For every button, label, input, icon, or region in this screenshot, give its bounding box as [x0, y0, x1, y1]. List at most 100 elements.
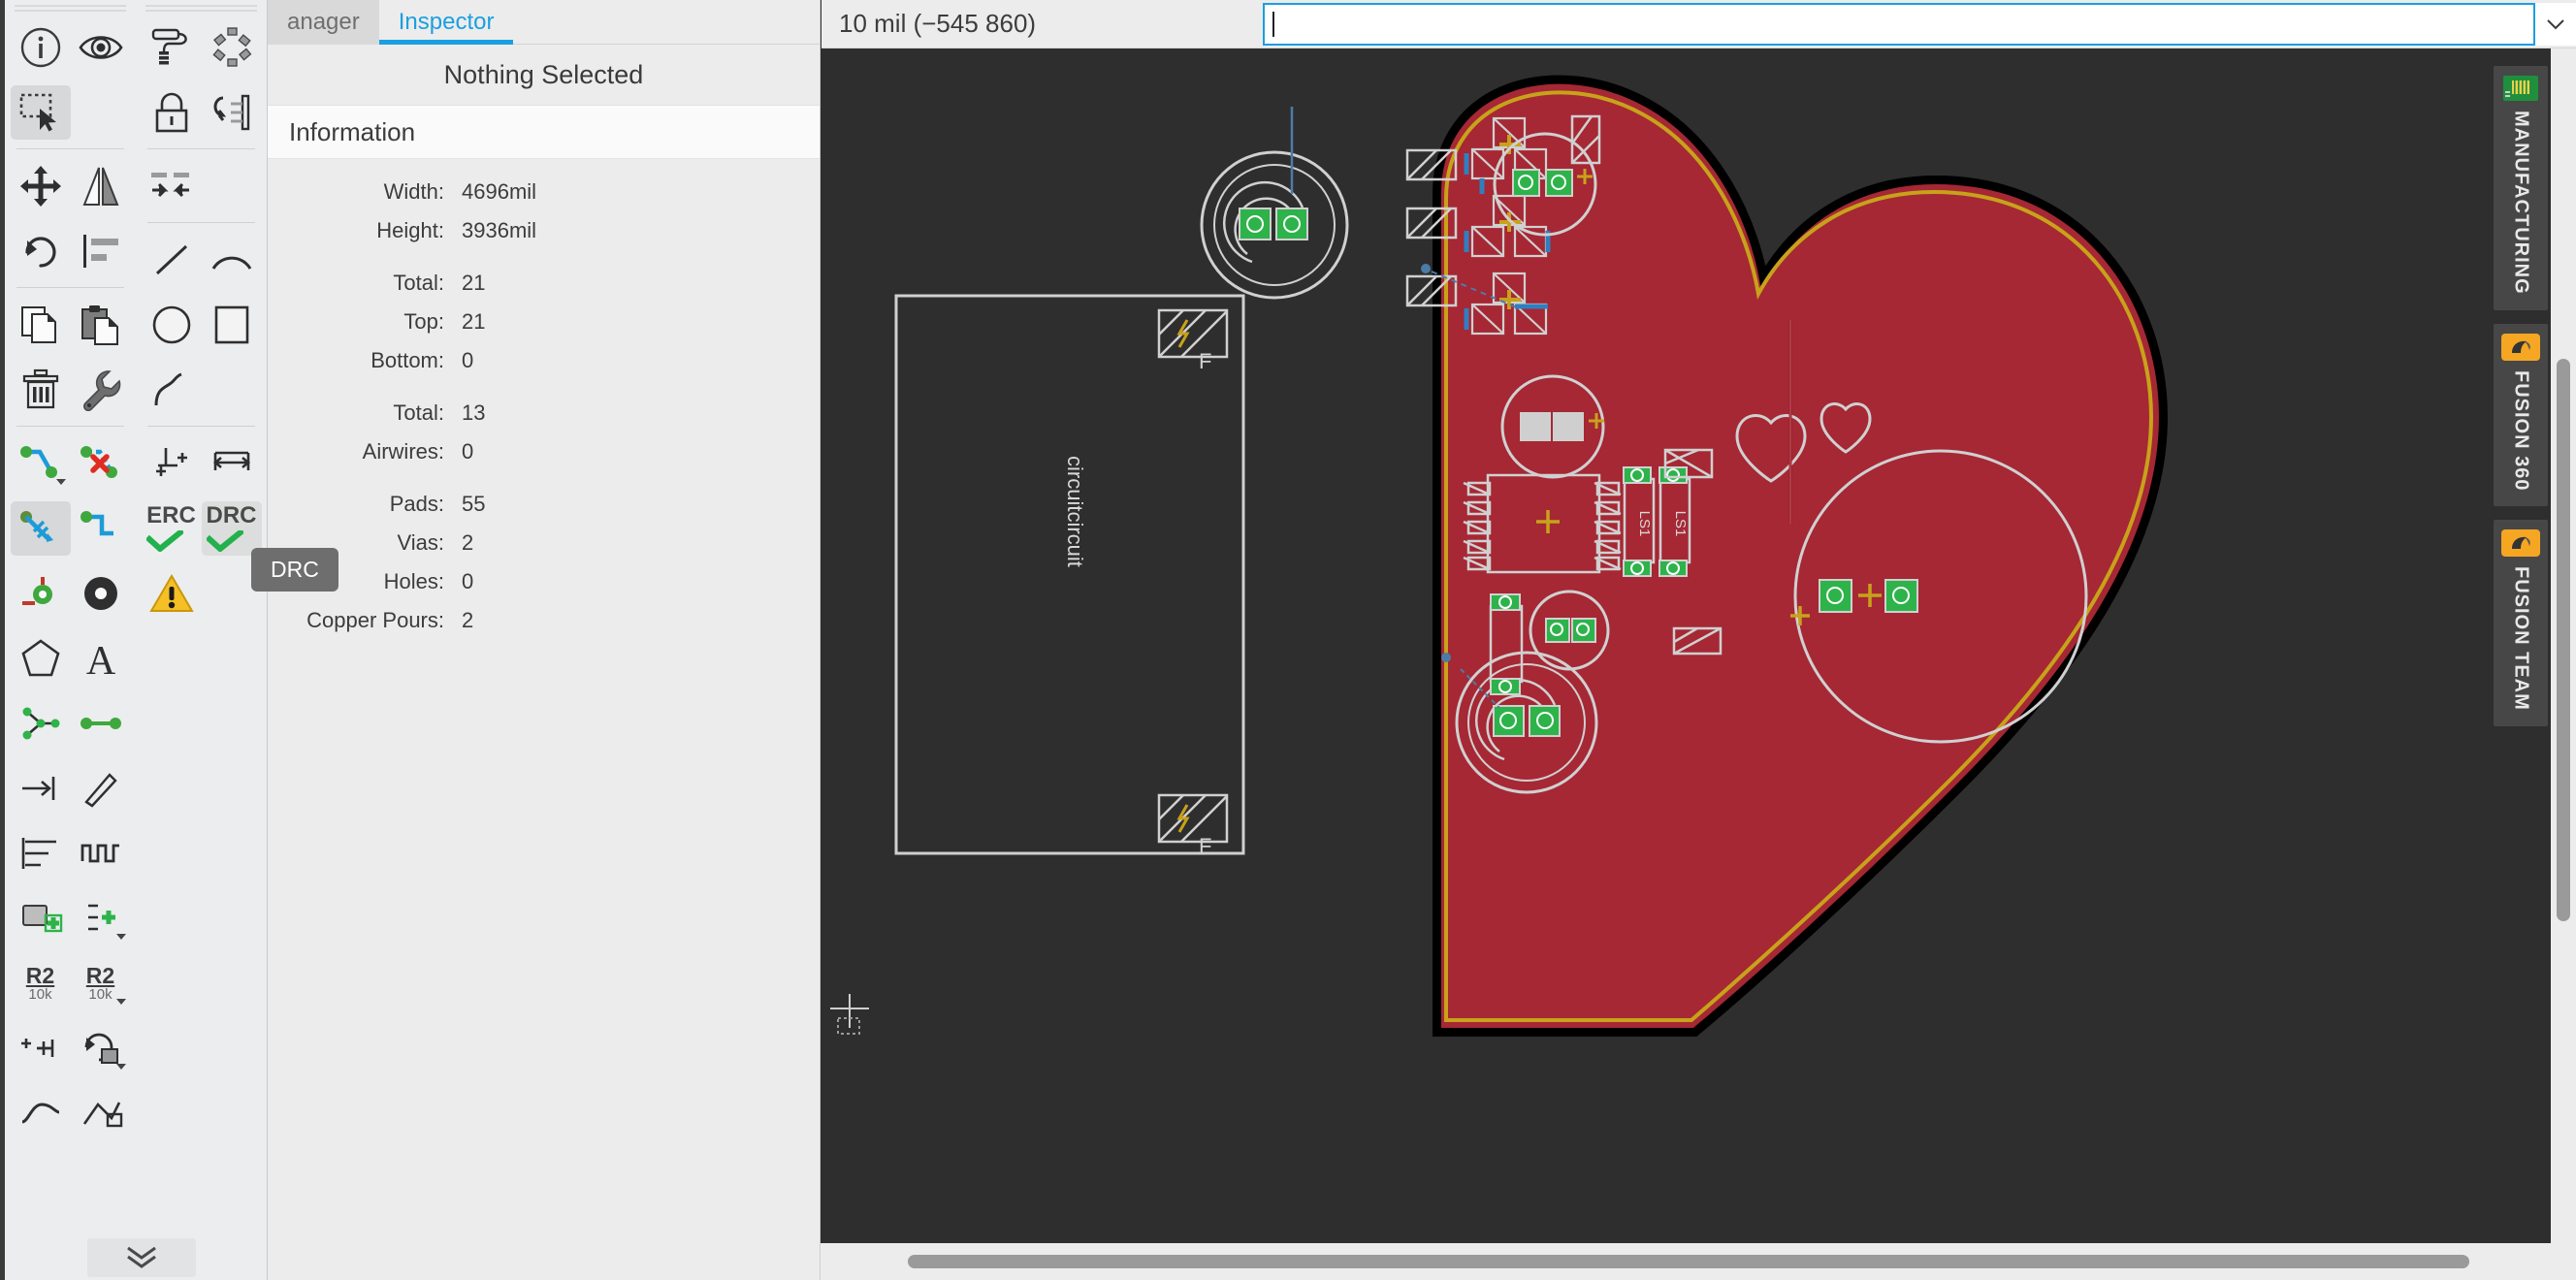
tab-manager[interactable]: anager — [268, 0, 379, 45]
update-icon — [79, 1028, 123, 1069]
info-icon-button[interactable] — [11, 20, 71, 75]
rail-item-fusion-360[interactable]: FUSION 360 — [2494, 324, 2548, 506]
ripup-icon — [79, 445, 123, 482]
rail-item-manufacturing[interactable]: MANUFACTURING — [2494, 66, 2548, 310]
empty-slot — [71, 85, 131, 140]
canvas-vertical-scrollbar[interactable] — [2551, 0, 2576, 1243]
route-icon-button[interactable] — [11, 436, 71, 491]
layers-icon-button[interactable] — [202, 85, 262, 140]
line-icon-button[interactable] — [142, 233, 202, 287]
rectangle-icon-button[interactable] — [202, 298, 262, 352]
pcb-chip-icon — [2503, 76, 2538, 101]
rotate-icon-button[interactable] — [11, 224, 71, 278]
dimension-icon-button[interactable] — [11, 826, 71, 880]
hole-icon-button[interactable] — [71, 566, 131, 621]
mirror-icon-button[interactable] — [71, 159, 131, 213]
pcb-editor-window: A — [0, 0, 2576, 1280]
row-value: 55 — [462, 492, 485, 517]
net-icon-button[interactable] — [11, 696, 71, 751]
chevron-down-icon[interactable] — [56, 479, 66, 485]
row-key: Airwires: — [268, 439, 462, 464]
paint-roller-icon — [149, 26, 194, 69]
dashed-circle-icon — [210, 26, 253, 69]
update-icon-button[interactable] — [71, 1021, 131, 1075]
value-number: 10k — [26, 987, 54, 1003]
expand-toolbar-button[interactable] — [87, 1238, 196, 1277]
delete-icon-button[interactable] — [11, 363, 71, 417]
label-icon-button[interactable] — [11, 761, 71, 816]
polygon-icon-button[interactable] — [11, 631, 71, 686]
chevron-down-icon[interactable] — [116, 999, 126, 1005]
measure-icon-button[interactable] — [202, 436, 262, 491]
bus-icon-button[interactable] — [71, 696, 131, 751]
group-select-button[interactable] — [11, 85, 71, 140]
grid-icon — [148, 444, 195, 483]
table-row: Vias: 2 — [268, 524, 820, 562]
route-airwire-icon-button[interactable] — [71, 501, 131, 556]
pcb-board-graphic: circuitcircuit F F — [821, 0, 2576, 1195]
miter-icon — [18, 1097, 63, 1130]
horizontal-scroll-thumb[interactable] — [908, 1255, 2469, 1268]
spline-icon-button[interactable] — [142, 363, 202, 417]
command-history-dropdown[interactable] — [2535, 3, 2576, 46]
change-icon-button[interactable] — [71, 363, 131, 417]
replace-part-icon-button[interactable] — [71, 891, 131, 945]
miter-icon-button[interactable] — [11, 1086, 71, 1140]
move-icon-button[interactable] — [11, 159, 71, 213]
via-icon-button[interactable] — [11, 566, 71, 621]
paste-icon-button[interactable] — [71, 298, 131, 352]
copy-icon-button[interactable] — [11, 298, 71, 352]
vertical-scroll-thumb[interactable] — [2557, 359, 2570, 921]
tab-inspector[interactable]: Inspector — [379, 0, 514, 45]
inspector-tab-strip: anager Inspector — [268, 0, 820, 45]
value-icon-button[interactable]: R2 10k — [11, 956, 71, 1010]
empty-slot — [202, 363, 262, 417]
rail-item-fusion-team[interactable]: FUSION TEAM — [2494, 520, 2548, 726]
flip-icon-button[interactable] — [142, 159, 202, 213]
name-name: R2 — [86, 964, 114, 987]
pcb-canvas-area[interactable]: circuitcircuit F F — [821, 0, 2576, 1280]
chevron-down-icon[interactable] — [116, 1064, 126, 1070]
information-table: Width: 4696mil Height: 3936mil Total: 21… — [268, 159, 820, 640]
swap-layers-icon — [209, 92, 254, 133]
table-row: Bottom: 0 — [268, 341, 820, 380]
erc-button[interactable]: ERC — [142, 501, 202, 556]
meander-icon-button[interactable] — [71, 826, 131, 880]
row-spacer — [268, 380, 820, 394]
check-icon — [207, 530, 243, 552]
row-spacer — [268, 471, 820, 485]
chevron-down-icon[interactable] — [116, 934, 126, 940]
show-icon-button[interactable] — [71, 20, 131, 75]
command-input[interactable] — [1263, 3, 2535, 46]
value-name: R2 — [26, 964, 54, 987]
lock-icon-button[interactable] — [142, 85, 202, 140]
row-value: 21 — [462, 309, 485, 335]
autoroute-icon-button[interactable] — [11, 501, 71, 556]
table-row: Copper Pours: 2 — [268, 601, 820, 640]
errors-button[interactable] — [142, 566, 202, 621]
name-icon-button[interactable]: R2 10k — [71, 956, 131, 1010]
smash-icon-button[interactable] — [11, 1021, 71, 1075]
ratsnest-icon-button[interactable] — [71, 1086, 131, 1140]
canvas-horizontal-scrollbar[interactable] — [821, 1243, 2576, 1280]
info-icon — [19, 26, 62, 69]
label-icon — [18, 771, 63, 806]
attribute-icon-button[interactable] — [71, 761, 131, 816]
name-label: R2 10k — [86, 964, 114, 1003]
text-icon-button[interactable]: A — [71, 631, 131, 686]
outline-icon-button[interactable] — [202, 20, 262, 75]
align-icon-button[interactable] — [71, 224, 131, 278]
pcb-canvas[interactable]: circuitcircuit F F — [821, 0, 2576, 1243]
smash-icon — [17, 1030, 64, 1067]
add-part-icon-button[interactable] — [11, 891, 71, 945]
grid-icon-button[interactable] — [142, 436, 202, 491]
arc-icon-button[interactable] — [202, 233, 262, 287]
divider — [16, 287, 124, 288]
svg-text:F: F — [1199, 834, 1211, 858]
drc-button[interactable]: DRC — [202, 501, 262, 556]
information-section-header: Information — [268, 105, 820, 159]
ripup-icon-button[interactable] — [71, 436, 131, 491]
circle-icon-button[interactable] — [142, 298, 202, 352]
tool-palette-left-column: A — [5, 0, 136, 1235]
paint-icon-button[interactable] — [142, 20, 202, 75]
